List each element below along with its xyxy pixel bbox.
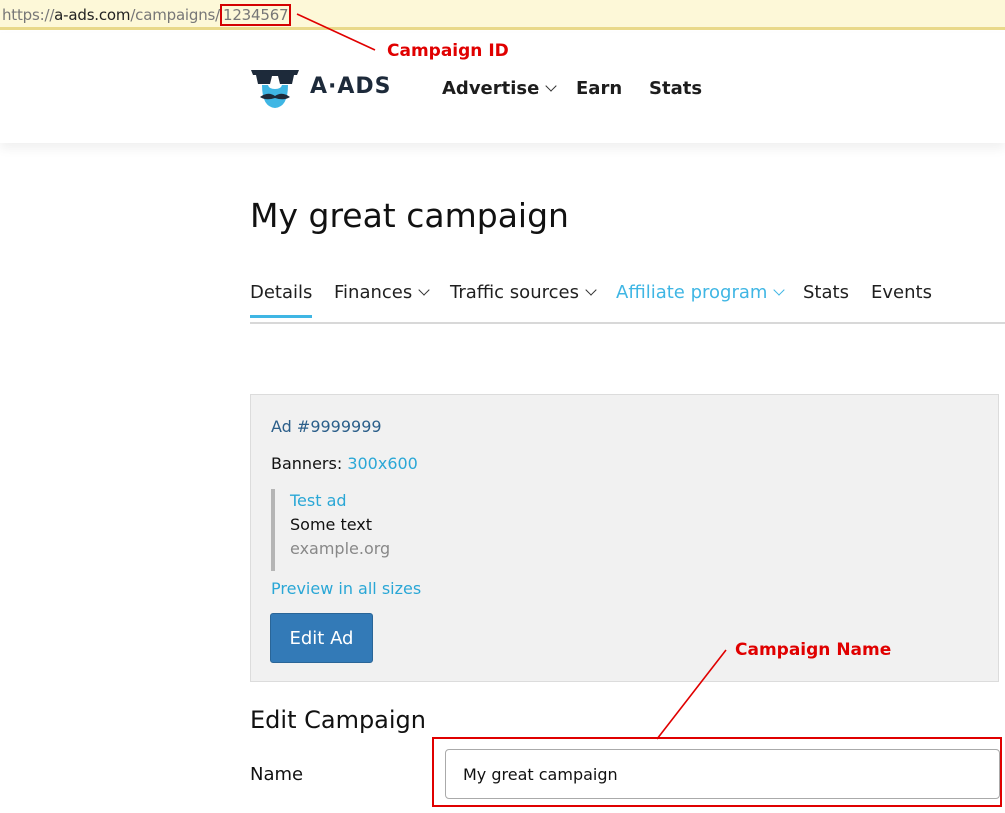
nav-advertise[interactable]: Advertise	[442, 78, 558, 99]
tab-events[interactable]: Events	[871, 282, 932, 303]
tab-finances[interactable]: Finances	[334, 282, 430, 303]
ad-preview-quote: Test ad Some text example.org	[271, 489, 390, 571]
ad-preview-title[interactable]: Test ad	[290, 489, 390, 513]
banners-label: Banners:	[271, 454, 343, 473]
nav-advertise-label: Advertise	[442, 78, 540, 99]
nav-stats[interactable]: Stats	[649, 78, 702, 99]
tab-stats[interactable]: Stats	[803, 282, 849, 303]
preview-all-sizes-link[interactable]: Preview in all sizes	[271, 579, 421, 598]
ad-panel: Ad #9999999 Banners: 300x600 Test ad Som…	[250, 394, 999, 682]
banners-row: Banners: 300x600	[271, 454, 418, 473]
tab-finances-label: Finances	[334, 282, 413, 303]
ad-preview-url: example.org	[290, 539, 391, 558]
tab-details[interactable]: Details	[250, 282, 313, 318]
campaign-id-annotation: Campaign ID	[387, 41, 509, 61]
url-campaign-id: 1234567	[220, 4, 292, 26]
tab-traffic-sources-label: Traffic sources	[450, 282, 579, 303]
campaign-name-annotation: Campaign Name	[735, 640, 892, 660]
chevron-down-icon	[545, 80, 558, 92]
browser-url-bar[interactable]: https://a-ads.com/campaigns/1234567	[0, 0, 1005, 30]
tab-affiliate-program-label: Affiliate program	[616, 282, 768, 303]
url-scheme: https://	[2, 6, 55, 24]
url-host: a-ads.com	[54, 6, 131, 24]
nav-earn[interactable]: Earn	[576, 78, 622, 99]
url-text[interactable]: https://a-ads.com/campaigns/1234567	[2, 4, 292, 26]
chevron-down-icon	[585, 284, 597, 296]
edit-campaign-heading: Edit Campaign	[250, 706, 427, 734]
chevron-down-icon	[418, 284, 430, 296]
tab-traffic-sources[interactable]: Traffic sources	[450, 282, 597, 303]
chevron-down-icon	[773, 284, 786, 296]
campaign-name-input[interactable]	[445, 749, 1000, 799]
edit-ad-button[interactable]: Edit Ad	[270, 613, 373, 663]
a-ads-logo-icon[interactable]	[250, 67, 300, 109]
ad-preview-text: Some text	[290, 515, 373, 534]
campaign-tabs: Details Finances Traffic sources Affilia…	[250, 280, 1005, 324]
banner-size-link[interactable]: 300x600	[347, 454, 418, 473]
url-path: /campaigns/	[130, 6, 220, 24]
brand-name[interactable]: A·ADS	[310, 74, 392, 99]
page-title: My great campaign	[250, 196, 569, 235]
name-label: Name	[250, 764, 304, 785]
tab-affiliate-program[interactable]: Affiliate program	[616, 282, 786, 303]
ad-id-link[interactable]: Ad #9999999	[271, 417, 382, 436]
